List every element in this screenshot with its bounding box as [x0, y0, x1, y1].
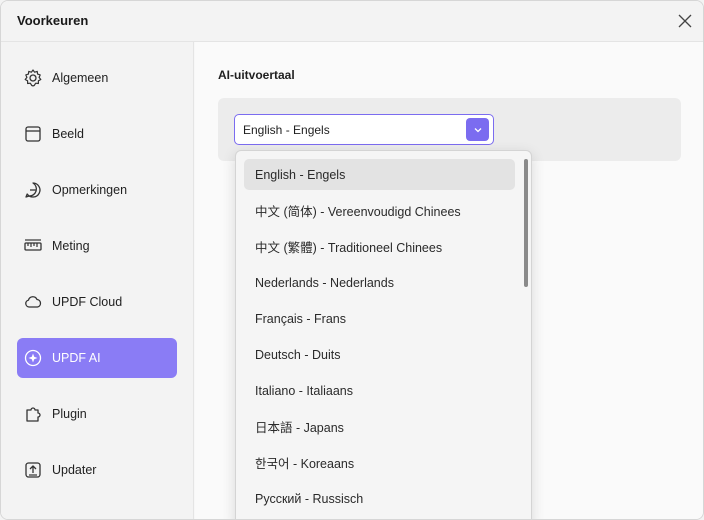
section-title: AI-uitvoertaal [218, 68, 295, 82]
gear-icon [23, 68, 43, 88]
sidebar-item-label: Updater [52, 463, 97, 477]
language-option[interactable]: Italiano - Italiaans [244, 375, 515, 406]
update-icon [23, 460, 43, 480]
window-title: Voorkeuren [17, 13, 89, 28]
cloud-icon [23, 292, 43, 312]
language-option[interactable]: Français - Frans [244, 303, 515, 334]
sidebar-item-label: Plugin [52, 407, 87, 421]
sidebar-item-label: Beeld [52, 127, 84, 141]
sidebar-item-updf-ai[interactable]: UPDF AI [17, 338, 177, 378]
language-option[interactable]: Nederlands - Nederlands [244, 267, 515, 298]
dropdown-scrollbar[interactable] [524, 159, 528, 287]
close-icon [678, 14, 692, 28]
sidebar-item-label: Meting [52, 239, 90, 253]
sidebar-item-label: Opmerkingen [52, 183, 128, 197]
language-option[interactable]: English - Engels [244, 159, 515, 190]
sidebar-item-meting[interactable]: Meting [17, 226, 177, 266]
language-option[interactable]: 中文 (繁體) - Traditioneel Chinees [244, 231, 515, 262]
close-button[interactable] [673, 9, 697, 33]
ai-icon [23, 348, 43, 368]
ruler-icon [23, 236, 43, 256]
sidebar-item-label: UPDF Cloud [52, 295, 123, 309]
title-bar: Voorkeuren [1, 1, 703, 42]
sidebar-item-beeld[interactable]: Beeld [17, 114, 177, 154]
sidebar-item-algemeen[interactable]: Algemeen [17, 58, 177, 98]
language-select-value: English - Engels [243, 123, 330, 137]
sidebar-item-opmerkingen[interactable]: Opmerkingen [17, 170, 177, 210]
dropdown-toggle[interactable] [466, 118, 489, 141]
language-option[interactable]: 中文 (简体) - Vereenvoudigd Chinees [244, 195, 515, 226]
language-dropdown-list: English - Engels 中文 (简体) - Vereenvoudigd… [235, 150, 532, 519]
sidebar-item-plugin[interactable]: Plugin [17, 394, 177, 434]
sidebar-item-updf-cloud[interactable]: UPDF Cloud [17, 282, 177, 322]
language-select[interactable]: English - Engels [234, 114, 494, 145]
sidebar-item-label: Algemeen [52, 71, 109, 85]
comment-icon [23, 180, 43, 200]
language-option[interactable]: Deutsch - Duits [244, 339, 515, 370]
language-option[interactable]: 한국어 - Koreaans [244, 447, 515, 478]
language-option[interactable]: Русский - Russisch [244, 483, 515, 514]
sidebar: Algemeen Beeld Opmerkingen Meting UPDF C… [1, 42, 194, 519]
preferences-window: Voorkeuren Algemeen Beeld Opmerkingen Me… [0, 0, 704, 520]
chevron-down-icon [474, 127, 481, 132]
sidebar-item-label: UPDF AI [52, 351, 101, 365]
layout-icon [23, 124, 43, 144]
sidebar-item-updater[interactable]: Updater [17, 450, 177, 490]
language-option[interactable]: 日本語 - Japans [244, 411, 515, 442]
puzzle-icon [23, 404, 43, 424]
